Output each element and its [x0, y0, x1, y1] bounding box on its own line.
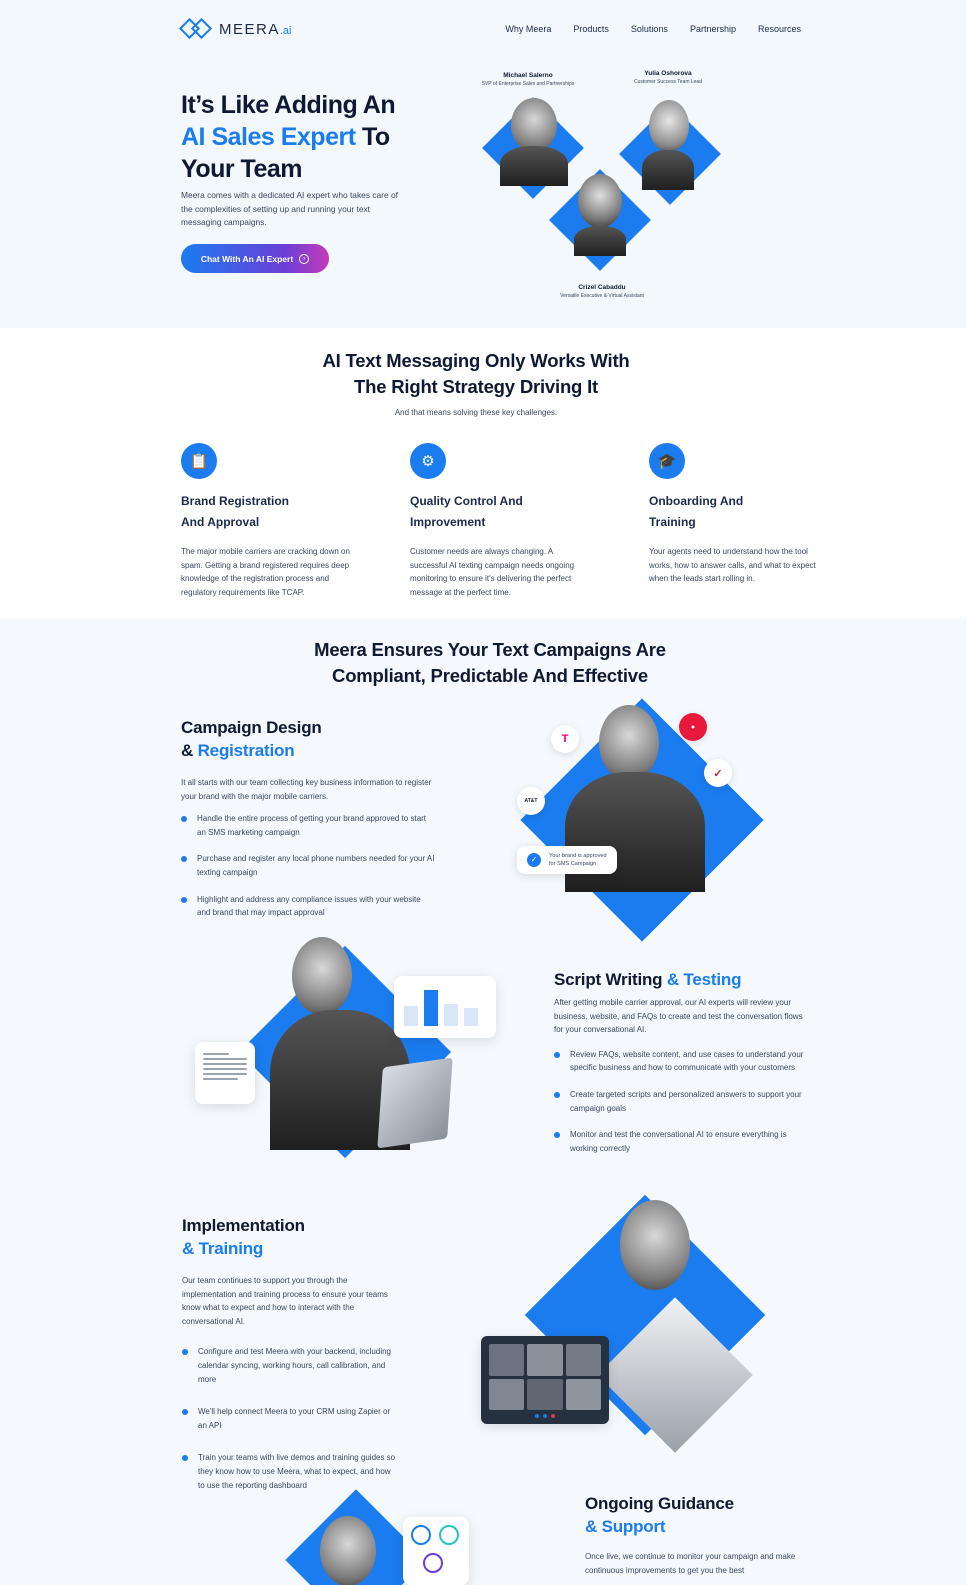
- campaign-design-block: Campaign Design & Registration It all st…: [181, 716, 436, 933]
- feature-quality-control: ⚙ Quality Control And Improvement Custom…: [410, 443, 580, 599]
- photo-yulia: [649, 100, 689, 152]
- script-text-card: [195, 1042, 255, 1104]
- implementation-title: Implementation & Training: [182, 1216, 305, 1258]
- list-item: Highlight and address any compliance iss…: [181, 893, 436, 920]
- script-writing-desc: After getting mobile carrier approval, o…: [554, 998, 803, 1035]
- nav-resources[interactable]: Resources: [758, 24, 801, 34]
- brand-logo[interactable]: MEERA.ai: [178, 16, 292, 42]
- hero-title-highlight: AI Sales Expert: [181, 123, 356, 151]
- nav-products[interactable]: Products: [573, 24, 609, 34]
- clipboard-icon: 📋: [181, 443, 217, 479]
- hero-title: It’s Like Adding An AI Sales Expert To Y…: [181, 91, 396, 183]
- photo-michael-body: [500, 146, 568, 186]
- strategy-subtitle: And that means solving these key challen…: [394, 408, 558, 417]
- nav-partnership[interactable]: Partnership: [690, 24, 736, 34]
- implementation-list: Configure and test Meera with your backe…: [182, 1345, 397, 1492]
- campaign-photo-person: [599, 705, 659, 781]
- ensures-title: Meera Ensures Your Text Campaigns Are Co…: [314, 639, 666, 686]
- team-member-yulia: Yulia Oshorova Customer Success Team Lea…: [634, 70, 702, 85]
- brand-suffix: .ai: [279, 24, 292, 37]
- campaign-design-list: Handle the entire process of getting you…: [181, 812, 436, 920]
- photo-yulia-body: [642, 150, 694, 190]
- nav-solutions[interactable]: Solutions: [631, 24, 668, 34]
- implementation-photo-person: [620, 1200, 690, 1290]
- chat-with-expert-button[interactable]: Chat With An AI Expert ›: [181, 244, 329, 273]
- ensures-background: [0, 618, 966, 1585]
- guidance-title: Ongoing Guidance & Support: [585, 1494, 734, 1536]
- team-member-crizel: Crizel Cabaddu Versatile Executive & Vir…: [560, 284, 644, 299]
- list-item: Monitor and test the conversational AI t…: [554, 1128, 806, 1155]
- list-item: Configure and test Meera with your backe…: [182, 1345, 397, 1386]
- list-item: Review FAQs, website content, and use ca…: [554, 1048, 806, 1075]
- strategy-title: AI Text Messaging Only Works With The Ri…: [322, 350, 630, 397]
- campaign-design-desc: It all starts with our team collecting k…: [181, 778, 432, 801]
- tmobile-logo-icon: T: [551, 725, 579, 753]
- video-call-window: [481, 1336, 609, 1424]
- campaign-design-title: Campaign Design & Registration: [181, 718, 322, 760]
- list-item: Handle the entire process of getting you…: [181, 812, 436, 839]
- implementation-desc: Our team continues to support you throug…: [182, 1276, 388, 1326]
- graduation-cap-icon: 🎓: [649, 443, 685, 479]
- guidance-photo-person: [320, 1516, 376, 1585]
- gear-check-icon: ⚙: [410, 443, 446, 479]
- verizon-check-icon: ✓: [704, 759, 732, 787]
- photo-crizel: [578, 174, 622, 228]
- main-nav: Why Meera Products Solutions Partnership…: [505, 24, 801, 34]
- script-writing-list: Review FAQs, website content, and use ca…: [554, 1048, 806, 1156]
- guidance-desc: Once live, we continue to monitor your c…: [585, 1552, 796, 1575]
- list-item: Train your teams with live demos and tra…: [182, 1451, 397, 1492]
- campaign-photo-body: [565, 772, 705, 892]
- carrier-logo-icon: ●: [679, 713, 707, 741]
- list-item: Purchase and register any local phone nu…: [181, 852, 436, 879]
- feature-onboarding: 🎓 Onboarding And Training Your agents ne…: [649, 443, 819, 586]
- list-item: We'll help connect Meera to your CRM usi…: [182, 1405, 397, 1432]
- brand-name: MEERA: [219, 20, 280, 38]
- laptop-image: [377, 1057, 453, 1149]
- list-item: Create targeted scripts and personalized…: [554, 1088, 806, 1115]
- check-badge-icon: ✓: [527, 853, 541, 867]
- photo-michael: [511, 98, 557, 152]
- photo-crizel-body: [574, 226, 626, 256]
- guidance-block: Ongoing Guidance & Support Once live, we…: [585, 1492, 810, 1577]
- script-photo-person: [292, 937, 352, 1015]
- implementation-block: Implementation & Training Our team conti…: [182, 1214, 397, 1505]
- hero-description: Meera comes with a dedicated AI expert w…: [181, 190, 398, 227]
- att-logo-icon: AT&T: [517, 787, 545, 815]
- brand-approved-toast: ✓ Your brand is approved for SMS Campaign: [517, 846, 617, 874]
- logo-diamond-icon: [178, 16, 213, 42]
- feature-brand-registration: 📋 Brand Registration And Approval The ma…: [181, 443, 351, 599]
- script-flow-card: [394, 976, 496, 1038]
- guidance-stats-card: [403, 1517, 469, 1585]
- arrow-right-icon: ›: [299, 253, 310, 264]
- team-member-michael: Michael Salerno SVP of Enterprise Sales …: [481, 72, 575, 87]
- nav-why-meera[interactable]: Why Meera: [505, 24, 551, 34]
- script-writing-block: Script Writing & Testing After getting m…: [554, 968, 806, 1168]
- hero-background: [0, 0, 966, 328]
- script-writing-title: Script Writing & Testing: [554, 970, 742, 989]
